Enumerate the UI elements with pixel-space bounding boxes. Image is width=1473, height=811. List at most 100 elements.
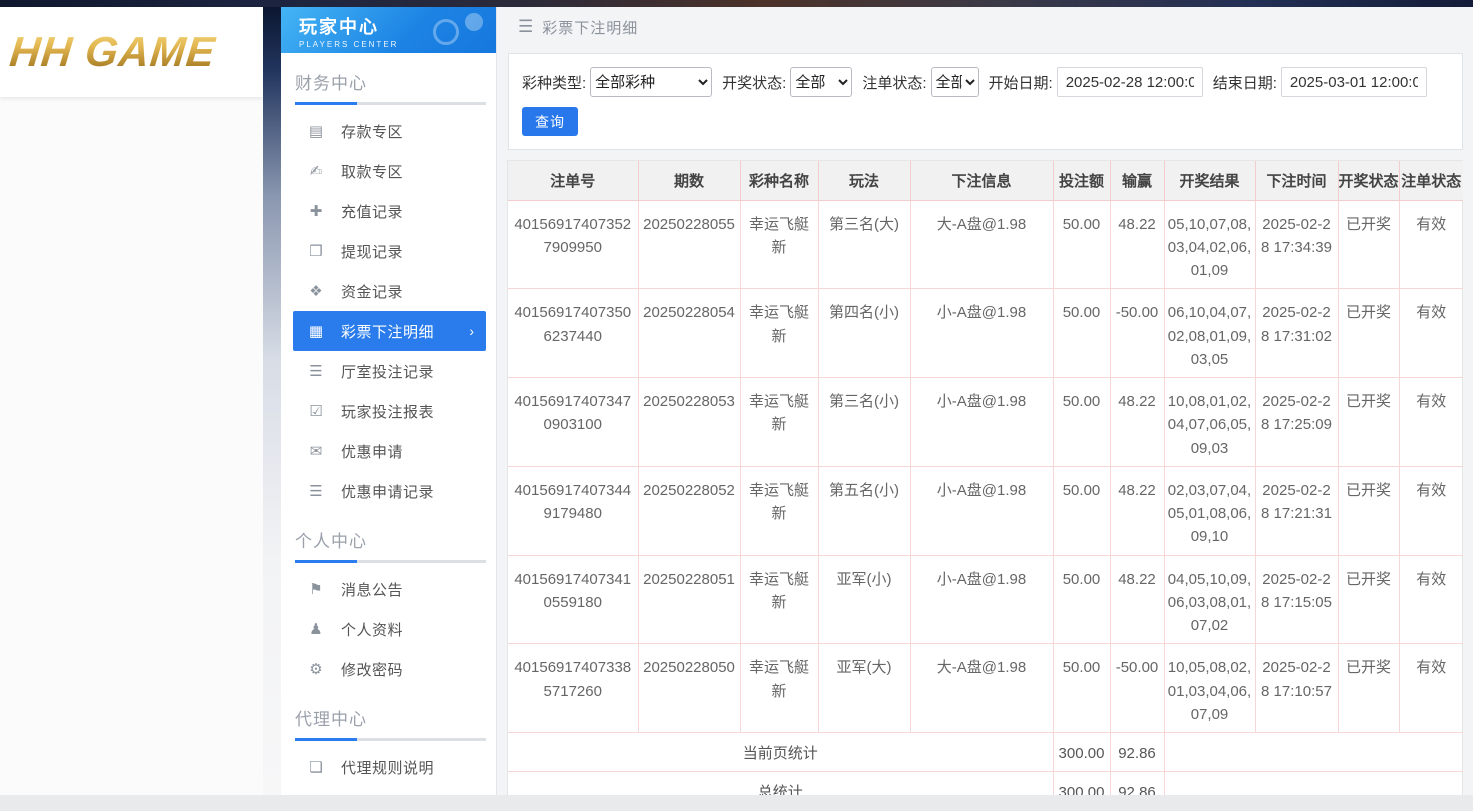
table-cell: 小-A盘@1.98	[910, 466, 1054, 556]
summary-amount: 300.00	[1053, 732, 1111, 773]
sidebar-item-label: 消息公告	[341, 581, 404, 599]
sidebar-item-label: 修改密码	[341, 661, 404, 679]
table-cell: 小-A盘@1.98	[910, 555, 1054, 645]
table-cell: 20250228054	[638, 288, 741, 378]
sidebar-item-label: 取款专区	[341, 163, 404, 181]
table-cell: 已开奖	[1338, 377, 1400, 467]
table-cell: 第四名(小)	[818, 288, 911, 378]
table-cell: 50.00	[1053, 377, 1111, 467]
sidebar-item-agent-team-stats[interactable]: ▥代理团队统计›	[293, 787, 486, 795]
sidebar-item-funds-records[interactable]: ❖资金记录›	[293, 271, 486, 311]
funds-record-icon: ❖	[309, 283, 323, 300]
table-header-row: 注单号 期数 彩种名称 玩法 下注信息 投注额 输赢 开奖结果 下注时间 开奖状态 注单状态	[508, 161, 1463, 201]
player-bet-report-icon: ☑	[309, 403, 323, 420]
table-cell: 幸运飞艇新	[740, 200, 819, 290]
sidebar-item-promo-apply-records[interactable]: ☰优惠申请记录›	[293, 471, 486, 511]
sidebar-item-hall-bet-records[interactable]: ☰厅室投注记录›	[293, 351, 486, 391]
sidebar-item-change-password[interactable]: ⚙修改密码›	[293, 649, 486, 689]
sidebar-item-promo-apply[interactable]: ✉优惠申请›	[293, 431, 486, 471]
section-underline	[295, 560, 486, 563]
bet-table: 注单号 期数 彩种名称 玩法 下注信息 投注额 输赢 开奖结果 下注时间 开奖状态 注单状态 401…	[508, 161, 1463, 811]
sidebar-item-label: 个人资料	[341, 621, 404, 639]
column-header: 下注时间	[1255, 161, 1339, 201]
promo-apply-icon: ✉	[309, 443, 323, 460]
withdrawal-record-icon: ❒	[309, 243, 323, 260]
table-cell: 50.00	[1053, 200, 1111, 290]
table-cell: 已开奖	[1338, 555, 1400, 645]
column-header: 开奖状态	[1338, 161, 1400, 201]
sidebar-item-withdraw-zone[interactable]: ✍取款专区›	[293, 151, 486, 191]
promo-apply-record-icon: ☰	[309, 483, 323, 500]
draw-status-label: 开奖状态:	[722, 74, 787, 92]
table-body: 401569174073527909950 20250228055 幸运飞艇新 第三名…	[508, 200, 1463, 811]
table-cell: 401569174073527909950	[508, 200, 639, 290]
column-header: 期数	[638, 161, 741, 201]
query-button[interactable]: 查询	[522, 107, 578, 136]
sidebar-item-agent-rules[interactable]: ❏代理规则说明›	[293, 747, 486, 787]
start-date-input[interactable]	[1056, 67, 1203, 97]
sidebar-item-withdrawal-records[interactable]: ❒提现记录›	[293, 231, 486, 271]
table-cell: 有效	[1399, 643, 1463, 733]
bill-status-select[interactable]: 全部	[930, 67, 979, 97]
main-content: ☰ 彩票下注明细 彩种类型: 全部彩种 开奖状态: 全部 注单状态: 全部 开始…	[497, 7, 1473, 811]
table-cell: 有效	[1399, 466, 1463, 556]
withdraw-hand-icon: ✍	[309, 163, 323, 180]
table-cell: 20250228050	[638, 643, 741, 733]
table-cell: 10,05,08,02,01,03,04,06,07,09	[1164, 643, 1256, 733]
sidebar-item-label: 充值记录	[341, 203, 404, 221]
table-row: 401569174073527909950 20250228055 幸运飞艇新 第三名…	[508, 200, 1463, 290]
table-cell: 有效	[1399, 555, 1463, 645]
footer-strip	[0, 795, 1473, 811]
gamepad-icon	[431, 11, 487, 51]
sidebar-item-label: 彩票下注明细	[341, 323, 435, 341]
chevron-right-icon: ›	[469, 323, 474, 339]
column-header: 彩种名称	[740, 161, 819, 201]
sidebar-item-personal-profile[interactable]: ♟个人资料›	[293, 609, 486, 649]
table-cell: 50.00	[1053, 288, 1111, 378]
table-cell: 10,08,01,02,04,07,06,05,09,03	[1164, 377, 1256, 467]
brand-logo: HH GAME	[7, 28, 218, 75]
sidebar-item-recharge-records[interactable]: ✚充值记录›	[293, 191, 486, 231]
table-cell: 幸运飞艇新	[740, 555, 819, 645]
table-cell: 幸运飞艇新	[740, 643, 819, 733]
sidebar-item-player-bet-report[interactable]: ☑玩家投注报表›	[293, 391, 486, 431]
bell-icon: ⚑	[309, 581, 323, 598]
summary-row: 当前页统计 300.00 92.86	[508, 732, 1463, 773]
table-cell: 已开奖	[1338, 643, 1400, 733]
table-cell: 401569174073410559180	[508, 555, 639, 645]
table-cell: 小-A盘@1.98	[910, 288, 1054, 378]
table-cell: 48.22	[1110, 377, 1165, 467]
table-cell: 幸运飞艇新	[740, 377, 819, 467]
table-cell: 小-A盘@1.98	[910, 377, 1054, 467]
lottery-type-select[interactable]: 全部彩种	[590, 67, 713, 97]
sidebar-item-lottery-bet-details[interactable]: ▦ 彩票下注明细 ›	[293, 311, 486, 351]
table-cell: 50.00	[1053, 466, 1111, 556]
vertical-divider-strip	[263, 7, 281, 795]
user-icon: ♟	[309, 621, 323, 638]
table-cell: 50.00	[1053, 643, 1111, 733]
table-cell: 已开奖	[1338, 288, 1400, 378]
table-cell: 50.00	[1053, 555, 1111, 645]
sidebar-item-label: 玩家投注报表	[341, 403, 435, 421]
table-cell: 第三名(小)	[818, 377, 911, 467]
table-cell: -50.00	[1110, 288, 1165, 378]
column-header: 注单状态	[1399, 161, 1463, 201]
logo-region: HH GAME	[0, 7, 263, 795]
hamburger-icon[interactable]: ☰	[518, 17, 533, 37]
table-cell: 2025-02-28 17:34:39	[1255, 200, 1339, 290]
table-cell: 20250228052	[638, 466, 741, 556]
column-header: 输赢	[1110, 161, 1165, 201]
sidebar-item-deposit-zone[interactable]: ▤存款专区›	[293, 111, 486, 151]
table-cell: 有效	[1399, 288, 1463, 378]
table-cell: 有效	[1399, 200, 1463, 290]
table-cell: 20250228051	[638, 555, 741, 645]
sidebar-item-label: 提现记录	[341, 243, 404, 261]
topbar: ☰ 彩票下注明细	[497, 7, 1473, 47]
end-date-input[interactable]	[1280, 67, 1427, 97]
table-cell: 已开奖	[1338, 466, 1400, 556]
table-cell: 20250228055	[638, 200, 741, 290]
sidebar-item-message-announcements[interactable]: ⚑消息公告›	[293, 569, 486, 609]
draw-status-select[interactable]: 全部	[790, 67, 853, 97]
sidebar: 玩家中心 PLAYERS CENTER 财务中心▤存款专区›✍取款专区›✚充值记…	[281, 7, 497, 795]
table-row: 401569174073470903100 20250228053 幸运飞艇新 第三名…	[508, 377, 1463, 467]
